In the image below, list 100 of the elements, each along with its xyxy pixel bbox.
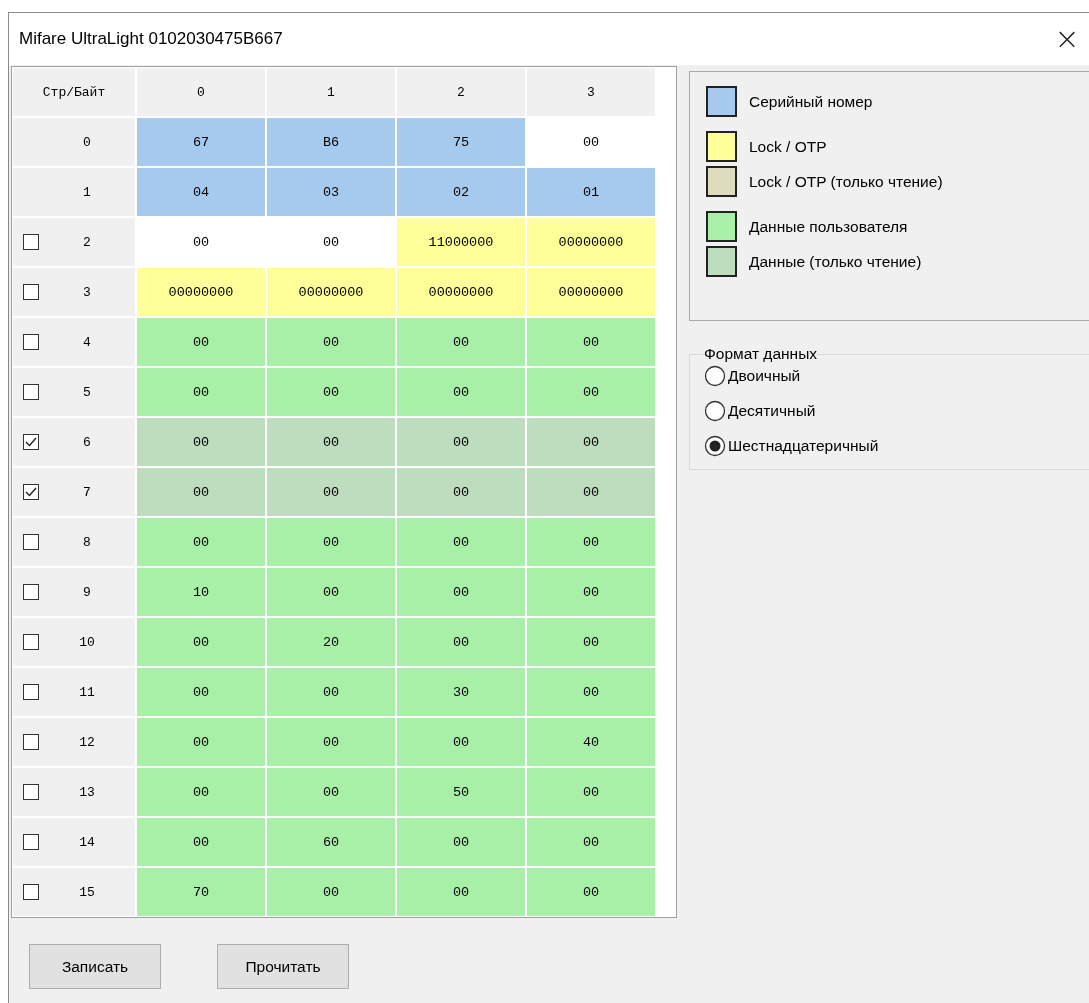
byte-cell[interactable]: 00 [267,518,395,566]
byte-cell[interactable]: 00 [397,368,525,416]
checkbox[interactable] [23,834,39,850]
byte-cell[interactable]: B6 [267,118,395,166]
group-title: Формат данных [704,345,818,363]
checkbox[interactable] [23,484,39,500]
byte-cell[interactable]: 00000000 [267,268,395,316]
byte-cell[interactable]: 03 [267,168,395,216]
byte-cell[interactable]: 00 [397,318,525,366]
byte-cell[interactable]: 00 [397,818,525,866]
byte-cell[interactable]: 00 [267,568,395,616]
window-title: Mifare UltraLight 0102030475B667 [19,29,283,49]
byte-cell[interactable]: 00 [137,368,265,416]
byte-cell[interactable]: 00 [397,868,525,916]
checkbox[interactable] [23,434,39,450]
legend-label: Lock / OTP (только чтение) [749,172,943,191]
byte-cell[interactable]: 00 [137,418,265,466]
byte-cell[interactable]: 00 [267,318,395,366]
byte-cell[interactable]: 00 [267,718,395,766]
byte-cell[interactable]: 70 [137,868,265,916]
byte-cell[interactable]: 00 [527,818,655,866]
radio-button[interactable] [704,365,726,387]
radio-button[interactable] [704,435,726,457]
byte-cell[interactable]: 00 [527,518,655,566]
byte-cell[interactable]: 00000000 [137,268,265,316]
page-number: 5 [83,384,91,400]
byte-cell[interactable]: 00 [397,518,525,566]
checkbox[interactable] [23,884,39,900]
byte-cell[interactable]: 00 [267,468,395,516]
close-button[interactable]: × [1047,19,1087,59]
radio-option[interactable]: Десятичный [704,400,1089,422]
byte-cell[interactable]: 00 [527,868,655,916]
byte-cell[interactable]: 00 [527,768,655,816]
column-header: Стр/Байт [13,68,135,116]
radio-option[interactable]: Шестнадцатеричный [704,435,1089,457]
legend-label: Lock / OTP [749,137,827,156]
byte-cell[interactable]: 04 [137,168,265,216]
byte-cell[interactable]: 60 [267,818,395,866]
checkbox[interactable] [23,534,39,550]
byte-cell[interactable]: 20 [267,618,395,666]
byte-cell[interactable]: 50 [397,768,525,816]
byte-cell[interactable]: 40 [527,718,655,766]
byte-cell[interactable]: 00 [397,568,525,616]
checkbox[interactable] [23,334,39,350]
checkbox[interactable] [23,734,39,750]
checkbox[interactable] [23,684,39,700]
page-number: 1 [83,184,91,200]
byte-cell[interactable]: 00 [527,618,655,666]
byte-cell[interactable]: 00 [137,468,265,516]
byte-cell[interactable]: 00 [137,768,265,816]
byte-cell[interactable]: 02 [397,168,525,216]
byte-cell[interactable]: 01 [527,168,655,216]
page-number: 8 [83,534,91,550]
byte-cell[interactable]: 00 [137,318,265,366]
byte-cell[interactable]: 00 [527,568,655,616]
action-button[interactable]: Прочитать [217,944,349,989]
byte-cell[interactable]: 00 [267,418,395,466]
page-number: 6 [83,434,91,450]
byte-cell[interactable]: 00 [137,668,265,716]
radio-button[interactable] [704,400,726,422]
action-button[interactable]: Записать [29,944,161,989]
byte-cell[interactable]: 00000000 [527,218,655,266]
checkbox[interactable] [23,584,39,600]
column-header: 1 [267,68,395,116]
page-number: 15 [79,884,95,900]
byte-cell[interactable]: 00 [527,468,655,516]
checkbox[interactable] [23,284,39,300]
byte-cell[interactable]: 75 [397,118,525,166]
radio-option[interactable]: Двоичный [704,365,1089,387]
byte-cell[interactable]: 00 [267,668,395,716]
byte-cell[interactable]: 00000000 [527,268,655,316]
byte-cell[interactable]: 67 [137,118,265,166]
byte-cell[interactable]: 00 [397,468,525,516]
byte-cell[interactable]: 11000000 [397,218,525,266]
byte-cell[interactable]: 00 [397,718,525,766]
byte-cell[interactable]: 00 [527,368,655,416]
checkbox[interactable] [23,634,39,650]
checkbox[interactable] [23,384,39,400]
byte-cell[interactable]: 00 [397,618,525,666]
byte-cell[interactable]: 00 [527,668,655,716]
byte-cell[interactable]: 00 [137,818,265,866]
byte-cell[interactable]: 00 [267,368,395,416]
checkbox[interactable] [23,784,39,800]
byte-cell[interactable]: 00 [397,418,525,466]
byte-cell[interactable]: 00000000 [397,268,525,316]
byte-cell[interactable]: 00 [267,868,395,916]
page-number: 9 [83,584,91,600]
byte-cell[interactable]: 00 [267,768,395,816]
column-header: 3 [527,68,655,116]
byte-cell[interactable]: 00 [137,718,265,766]
byte-cell[interactable]: 00 [527,418,655,466]
page-number: 4 [83,334,91,350]
byte-cell[interactable]: 30 [397,668,525,716]
column-header: 0 [137,68,265,116]
page-number: 10 [79,634,95,650]
byte-cell[interactable]: 00 [137,518,265,566]
byte-cell[interactable]: 00 [137,618,265,666]
byte-cell[interactable]: 00 [527,318,655,366]
checkbox[interactable] [23,234,39,250]
byte-cell[interactable]: 10 [137,568,265,616]
